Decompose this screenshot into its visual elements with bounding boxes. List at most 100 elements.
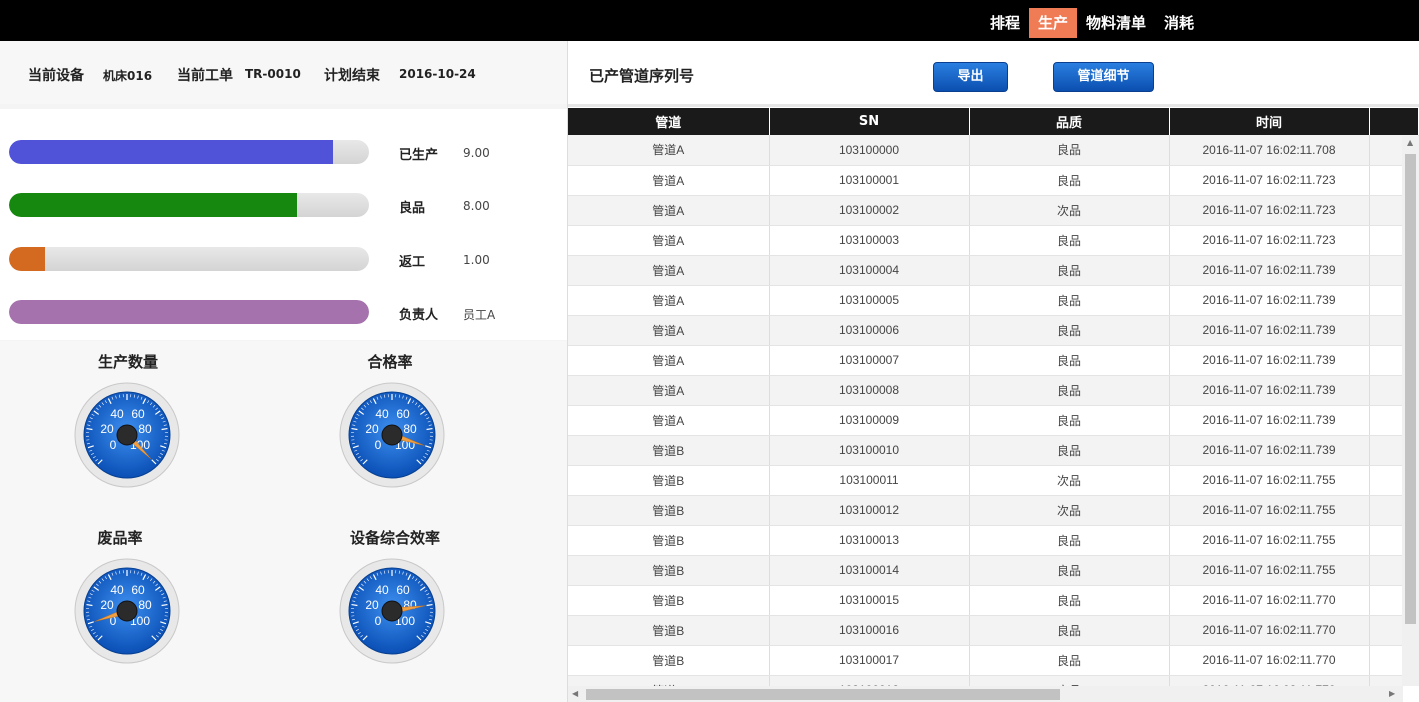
column-header[interactable]: 时间: [1169, 108, 1370, 135]
table-cell: 良品: [969, 375, 1170, 406]
scroll-left-icon[interactable]: ◀: [572, 689, 578, 698]
progress-bar-fill: [9, 193, 297, 217]
table-cell: 良品: [969, 585, 1170, 616]
table-cell: 管道A: [568, 375, 770, 406]
gauge-hub: [116, 600, 138, 622]
table-row[interactable]: 管道A 103100008 良品 2016-11-07 16:02:11.739: [568, 375, 1419, 406]
table-cell: 管道B: [568, 465, 770, 496]
table-cell: 良品: [969, 405, 1170, 436]
vertical-scroll-thumb[interactable]: [1405, 154, 1416, 624]
gauge-tick-label: 40: [110, 407, 124, 421]
progress-bar-label: 返工: [399, 255, 426, 270]
order-value: TR-0010: [245, 67, 301, 81]
table-cell: 103100016: [769, 615, 970, 646]
table-row[interactable]: 管道B 103100017 良品 2016-11-07 16:02:11.770: [568, 645, 1419, 676]
table-cell: 管道A: [568, 135, 770, 166]
table-row[interactable]: 管道A 103100005 良品 2016-11-07 16:02:11.739: [568, 285, 1419, 316]
table-cell: 良品: [969, 435, 1170, 466]
serial-title: 已产管道序列号: [589, 67, 695, 85]
table-row[interactable]: 管道A 103100000 良品 2016-11-07 16:02:11.708: [568, 135, 1419, 166]
table-row[interactable]: 管道A 103100003 良品 2016-11-07 16:02:11.723: [568, 225, 1419, 256]
table-cell: 2016-11-07 16:02:11.755: [1169, 465, 1370, 496]
serial-header: 已产管道序列号 导出 管道细节: [568, 41, 1419, 107]
table-cell: 103100006: [769, 315, 970, 346]
table-cell: 2016-11-07 16:02:11.739: [1169, 375, 1370, 406]
table-row[interactable]: 管道A 103100007 良品 2016-11-07 16:02:11.739: [568, 345, 1419, 376]
table-cell: 2016-11-07 16:02:11.770: [1169, 585, 1370, 616]
table-cell: 良品: [969, 615, 1170, 646]
gauge-hub: [381, 424, 403, 446]
table-cell: 103100005: [769, 285, 970, 316]
gauge-tick-label: 60: [396, 583, 410, 597]
table-cell: 2016-11-07 16:02:11.755: [1169, 555, 1370, 586]
table-row[interactable]: 管道A 103100002 次品 2016-11-07 16:02:11.723: [568, 195, 1419, 226]
device-info-bar: 当前设备 机床016 当前工单 TR-0010 计划结束 2016-10-24: [0, 41, 567, 104]
table-cell: 管道A: [568, 195, 770, 226]
gauge-tick-label: 20: [100, 598, 114, 612]
progress-bar-fill: [9, 247, 45, 271]
table-cell: 管道B: [568, 495, 770, 526]
table-cell: 103100011: [769, 465, 970, 496]
device-label: 当前设备: [28, 68, 84, 84]
nav-item[interactable]: 消耗: [1155, 8, 1203, 38]
table-cell: 管道B: [568, 675, 770, 686]
table-row[interactable]: 管道B 103100011 次品 2016-11-07 16:02:11.755: [568, 465, 1419, 496]
table-cell: 103100017: [769, 645, 970, 676]
table-header-row: 管道 SN 品质 时间: [568, 108, 1419, 135]
scroll-up-icon[interactable]: ▲: [1407, 138, 1413, 147]
table-row[interactable]: 管道B 103100015 良品 2016-11-07 16:02:11.770: [568, 585, 1419, 616]
column-header[interactable]: 管道: [568, 108, 770, 135]
gauge-dial: 0 20 40 60 80 100: [339, 558, 445, 664]
table-cell: 管道B: [568, 555, 770, 586]
table-row[interactable]: 管道B 103100012 次品 2016-11-07 16:02:11.755: [568, 495, 1419, 526]
table-cell: 良品: [969, 525, 1170, 556]
table-row[interactable]: 管道B103100018良品2016-11-07 16:02:11.770: [568, 675, 1419, 686]
left-panel: 当前设备 机床016 当前工单 TR-0010 计划结束 2016-10-24 …: [0, 41, 567, 702]
export-button[interactable]: 导出: [933, 62, 1008, 92]
gauge-tick-label: 40: [110, 583, 124, 597]
table-row[interactable]: 管道B 103100010 良品 2016-11-07 16:02:11.739: [568, 435, 1419, 466]
progress-bar-value: 员工A: [463, 308, 496, 322]
gauge-tick-label: 60: [396, 407, 410, 421]
column-header[interactable]: SN: [769, 108, 970, 135]
table-cell: 2016-11-07 16:02:11.770: [1169, 675, 1370, 686]
table-row[interactable]: 管道B 103100013 良品 2016-11-07 16:02:11.755: [568, 525, 1419, 556]
table-cell: 管道A: [568, 405, 770, 436]
table-row[interactable]: 管道B 103100014 良品 2016-11-07 16:02:11.755: [568, 555, 1419, 586]
vertical-scrollbar[interactable]: ▲: [1402, 136, 1419, 686]
pipe-detail-button[interactable]: 管道细节: [1053, 62, 1154, 92]
horizontal-scroll-thumb[interactable]: [586, 689, 1060, 700]
progress-bar-label: 负责人: [399, 308, 439, 323]
horizontal-scrollbar[interactable]: ◀ ▶: [568, 686, 1403, 702]
table-cell: 2016-11-07 16:02:11.723: [1169, 195, 1370, 226]
progress-bar-fill: [9, 140, 333, 164]
table-row[interactable]: 管道A 103100004 良品 2016-11-07 16:02:11.739: [568, 255, 1419, 286]
table-row[interactable]: 管道A 103100001 良品 2016-11-07 16:02:11.723: [568, 165, 1419, 196]
gauge-tick-label: 80: [138, 598, 152, 612]
table-row[interactable]: 管道B 103100016 良品 2016-11-07 16:02:11.770: [568, 615, 1419, 646]
gauge-svg: 02040 6080100: [339, 382, 445, 488]
scroll-right-icon[interactable]: ▶: [1389, 689, 1395, 698]
nav-item[interactable]: 排程: [981, 8, 1029, 38]
gauge-svg: 02040 6080100: [74, 382, 180, 488]
table-cell: 2016-11-07 16:02:11.708: [1169, 135, 1370, 166]
nav-item[interactable]: 生产: [1028, 8, 1077, 38]
progress-bar-track: [9, 247, 369, 271]
gauge-tick-label: 80: [403, 422, 417, 436]
column-header[interactable]: 品质: [969, 108, 1170, 135]
gauge-hub: [381, 600, 403, 622]
gauge-tick-label: 0: [375, 614, 382, 628]
table-cell: 次品: [969, 465, 1170, 496]
progress-bars: 已生产 9.00 良品 8.00 返工 1.00 负责人 员工A: [0, 109, 567, 340]
table-row[interactable]: 管道A 103100006 良品 2016-11-07 16:02:11.739: [568, 315, 1419, 346]
gauge-title: 废品率: [97, 529, 143, 547]
table-cell: 2016-11-07 16:02:11.739: [1169, 435, 1370, 466]
table-cell: 2016-11-07 16:02:11.739: [1169, 285, 1370, 316]
gauge-dial: 0 20 40 60 80 100: [339, 382, 445, 488]
table-row[interactable]: 管道A 103100009 良品 2016-11-07 16:02:11.739: [568, 405, 1419, 436]
gauge-title: 合格率: [367, 353, 413, 371]
table-cell: 管道B: [568, 585, 770, 616]
top-nav-bar: 排程 生产 物料清单 消耗: [0, 0, 1419, 41]
progress-bar-value: 1.00: [463, 253, 490, 267]
nav-item[interactable]: 物料清单: [1077, 8, 1155, 38]
